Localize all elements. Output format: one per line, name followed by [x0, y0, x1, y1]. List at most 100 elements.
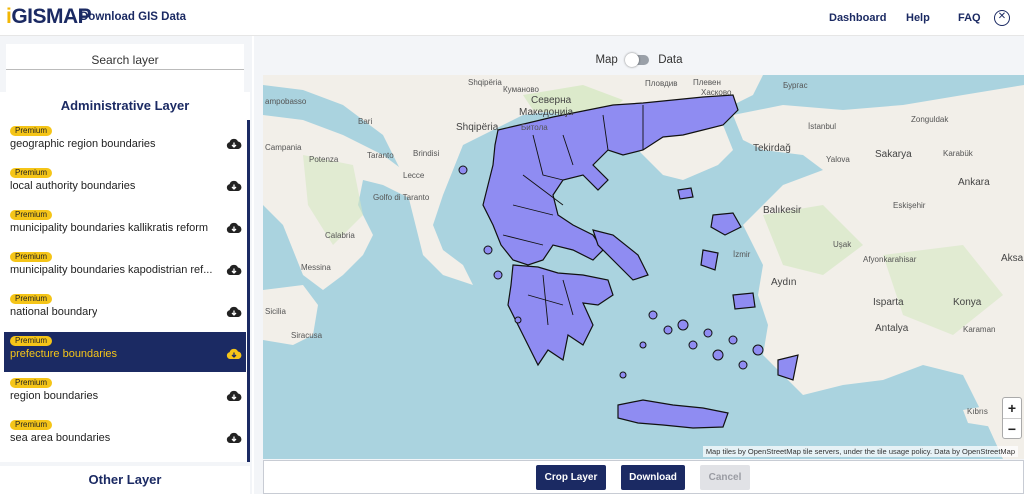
app-title: Download GIS Data [80, 11, 187, 23]
premium-badge: Premium [10, 252, 53, 262]
map-label: Sakarya [875, 149, 912, 160]
premium-badge: Premium [10, 378, 53, 388]
layer-name: prefecture boundaries [10, 348, 118, 360]
map-label: Бургас [783, 81, 808, 90]
premium-badge: Premium [10, 210, 53, 220]
map-label: Konya [953, 297, 982, 308]
map-label: Isparta [873, 297, 904, 308]
map-label: Golfo di Taranto [373, 193, 430, 202]
map-label: Afyonkarahisar [863, 255, 917, 264]
premium-badge: Premium [10, 294, 53, 304]
map-label: Bari [358, 117, 373, 126]
map-label: Хасково [701, 88, 732, 97]
map-label: Eskişehir [893, 201, 926, 210]
map-label: Пловдив [645, 79, 678, 88]
map-label: Antalya [875, 323, 909, 334]
layer-name: sea area boundaries [10, 432, 111, 444]
map-label: Brindisi [413, 149, 440, 158]
map-label: Uşak [833, 240, 852, 249]
layer-name: local authority boundaries [10, 180, 136, 192]
administrative-layer-heading[interactable]: Administrative Layer [0, 92, 250, 120]
close-icon[interactable]: ✕ [994, 10, 1010, 26]
crop-layer-button[interactable]: Crop Layer [536, 465, 606, 490]
cloud-download-icon[interactable] [226, 306, 242, 318]
map-label: Ankara [958, 177, 990, 188]
map-label: Karabük [943, 149, 973, 158]
zoom-in-button[interactable]: + [1003, 398, 1021, 418]
map-label: Taranto [367, 151, 394, 160]
map-view[interactable]: Плевен ampobasso Shqipëria Куманово Плов… [263, 75, 1024, 459]
map-label: Messina [301, 263, 331, 272]
map-data-toggle[interactable] [625, 52, 650, 67]
layer-item-geographic-region[interactable]: Premium geographic region boundaries [4, 122, 246, 162]
premium-badge: Premium [10, 168, 53, 178]
map-label: Shqipëria [468, 78, 502, 87]
cloud-download-icon[interactable] [226, 264, 242, 276]
layer-item-municipality-kallikratis[interactable]: Premium municipality boundaries kallikra… [4, 206, 246, 246]
layer-name: municipality boundaries kapodistrian ref… [10, 264, 213, 276]
map-data-toggle-row: Map Data [254, 52, 1024, 67]
map-label: Siracusa [291, 331, 323, 340]
layer-name: national boundary [10, 306, 98, 318]
cloud-download-icon[interactable] [226, 432, 242, 444]
cloud-download-icon[interactable] [226, 390, 242, 402]
toggle-map-label[interactable]: Map [595, 54, 617, 66]
map-label: Tekirdağ [753, 143, 791, 154]
layer-item-municipality-kapodistrian[interactable]: Premium municipality boundaries kapodist… [4, 248, 246, 288]
map-label: Kıbrıs [967, 407, 988, 416]
map-label: Lecce [403, 171, 425, 180]
zoom-out-button[interactable]: − [1003, 418, 1021, 438]
cloud-download-icon[interactable] [226, 348, 242, 360]
layer-item-local-authority[interactable]: Premium local authority boundaries [4, 164, 246, 204]
basemap [263, 75, 1024, 459]
zoom-control: + − [1002, 397, 1022, 439]
other-layer-heading[interactable]: Other Layer [0, 466, 250, 494]
nav-dashboard[interactable]: Dashboard [829, 12, 886, 24]
premium-badge: Premium [10, 420, 53, 430]
toggle-data-label[interactable]: Data [658, 54, 682, 66]
gismap-logo[interactable]: iGISMAP [6, 5, 92, 29]
action-bar: Crop Layer Download Cancel [263, 460, 1024, 494]
layer-name: region boundaries [10, 390, 99, 402]
map-label: Sicilia [265, 307, 286, 316]
premium-badge: Premium [10, 336, 53, 346]
map-label: Karaman [963, 325, 996, 334]
map-label: Куманово [503, 85, 539, 94]
map-label: Aksa [1001, 253, 1024, 264]
map-attribution[interactable]: Map tiles by OpenStreetMap tile servers,… [702, 446, 1018, 457]
map-panel: Map Data Плевен ampobasso Shqipëria Кума… [254, 36, 1024, 494]
layer-item-prefecture-boundaries[interactable]: Premium prefecture boundaries [4, 332, 246, 372]
cloud-download-icon[interactable] [226, 222, 242, 234]
map-label: Potenza [309, 155, 339, 164]
map-label: Битола [521, 123, 548, 132]
map-label: Zonguldak [911, 115, 949, 124]
map-label: Македонија [519, 107, 574, 118]
top-header: iGISMAP Download GIS Data Dashboard Help… [0, 0, 1024, 36]
layer-item-sea-area-boundaries[interactable]: Premium sea area boundaries [4, 416, 246, 456]
map-label: Campania [265, 143, 302, 152]
layer-item-region-boundaries[interactable]: Premium region boundaries [4, 374, 246, 414]
premium-badge: Premium [10, 126, 53, 136]
map-label: Северна [531, 95, 572, 106]
layer-name: municipality boundaries kallikratis refo… [10, 222, 209, 234]
map-label: Calabria [325, 231, 355, 240]
map-label: Yalova [826, 155, 850, 164]
layer-item-national-boundary[interactable]: Premium national boundary [4, 290, 246, 330]
search-layer-input[interactable] [6, 50, 244, 70]
cloud-download-icon[interactable] [226, 180, 242, 192]
layer-name: geographic region boundaries [10, 138, 156, 150]
map-label: İzmir [733, 250, 751, 259]
map-label: Shqipëria [456, 122, 499, 133]
download-button[interactable]: Download [621, 465, 685, 490]
map-label: Aydın [771, 277, 797, 288]
cancel-button[interactable]: Cancel [700, 465, 750, 490]
cloud-download-icon[interactable] [226, 138, 242, 150]
nav-help[interactable]: Help [906, 12, 930, 24]
layer-list[interactable]: Premium geographic region boundaries Pre… [0, 120, 250, 462]
map-label: İstanbul [808, 122, 837, 131]
map-label: Balıkesir [763, 205, 802, 216]
map-label: ampobasso [265, 97, 307, 106]
layer-sidebar: Administrative Layer Premium geographic … [0, 36, 252, 494]
map-label: Плевен [693, 78, 721, 87]
nav-faq[interactable]: FAQ [958, 12, 981, 24]
